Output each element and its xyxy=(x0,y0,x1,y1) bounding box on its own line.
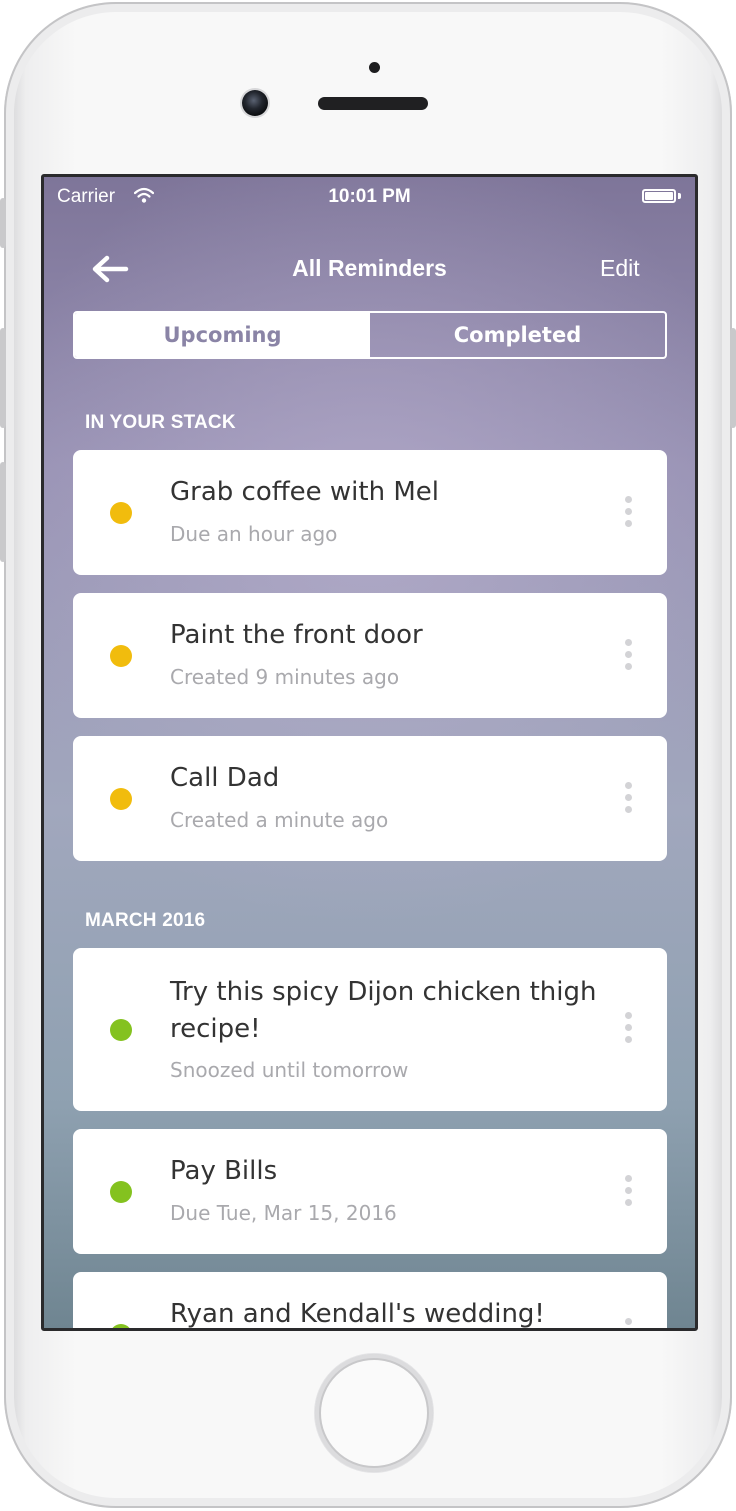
page-title: All Reminders xyxy=(292,255,447,281)
proximity-sensor xyxy=(369,62,380,73)
status-dot xyxy=(110,788,132,810)
more-options-icon[interactable] xyxy=(623,782,633,818)
reminder-card[interactable]: Grab coffee with Mel Due an hour ago xyxy=(73,450,667,575)
battery-tip xyxy=(678,193,681,199)
navigation-bar: All Reminders Edit xyxy=(44,237,695,297)
reminder-title: Paint the front door xyxy=(170,620,423,650)
tab-upcoming[interactable]: Upcoming xyxy=(75,313,370,357)
front-camera xyxy=(242,90,268,116)
status-dot xyxy=(110,502,132,524)
volume-down-button xyxy=(0,462,6,562)
section-header-in-your-stack: IN YOUR STACK xyxy=(85,412,236,433)
reminder-card[interactable]: Call Dad Created a minute ago xyxy=(73,736,667,861)
reminder-card[interactable]: Paint the front door Created 9 minutes a… xyxy=(73,593,667,718)
reminder-subtitle: Snoozed until tomorrow xyxy=(170,1058,409,1082)
section-header-march-2016: MARCH 2016 xyxy=(85,910,206,931)
reminder-subtitle: Due an hour ago xyxy=(170,522,338,546)
status-dot xyxy=(110,1324,132,1328)
power-button xyxy=(730,328,736,428)
more-options-icon[interactable] xyxy=(623,639,633,675)
status-dot xyxy=(110,645,132,667)
status-dot xyxy=(110,1181,132,1203)
status-dot xyxy=(110,1019,132,1041)
battery-icon xyxy=(642,189,676,203)
app-screen: Carrier 10:01 PM All Reminders Edit Upco… xyxy=(41,174,698,1331)
reminder-title: Pay Bills xyxy=(170,1156,278,1186)
tab-completed[interactable]: Completed xyxy=(370,313,665,357)
more-options-icon[interactable] xyxy=(623,496,633,532)
segmented-control: Upcoming Completed xyxy=(73,311,667,359)
more-options-icon[interactable] xyxy=(623,1012,633,1048)
more-options-icon[interactable] xyxy=(623,1175,633,1211)
reminder-card[interactable]: Pay Bills Due Tue, Mar 15, 2016 xyxy=(73,1129,667,1254)
reminder-title: Try this spicy Dijon chicken thigh recip… xyxy=(170,977,597,1044)
status-bar: Carrier 10:01 PM xyxy=(44,177,695,217)
volume-up-button xyxy=(0,328,6,428)
edit-button[interactable]: Edit xyxy=(600,255,640,282)
clock: 10:01 PM xyxy=(328,186,411,207)
reminder-subtitle: Created a minute ago xyxy=(170,808,389,832)
mute-switch xyxy=(0,198,6,248)
home-button[interactable] xyxy=(315,1354,433,1472)
reminder-title: Grab coffee with Mel xyxy=(170,477,439,507)
reminder-subtitle: Due Tue, Mar 15, 2016 xyxy=(170,1201,397,1225)
reminder-subtitle: Created 9 minutes ago xyxy=(170,665,400,689)
more-options-icon[interactable] xyxy=(623,1318,633,1328)
reminder-title: Call Dad xyxy=(170,763,280,793)
reminder-card[interactable]: Try this spicy Dijon chicken thigh recip… xyxy=(73,948,667,1111)
reminder-card[interactable]: Ryan and Kendall's wedding! xyxy=(73,1272,667,1329)
reminder-title: Ryan and Kendall's wedding! xyxy=(170,1299,545,1329)
earpiece-speaker xyxy=(318,97,428,110)
